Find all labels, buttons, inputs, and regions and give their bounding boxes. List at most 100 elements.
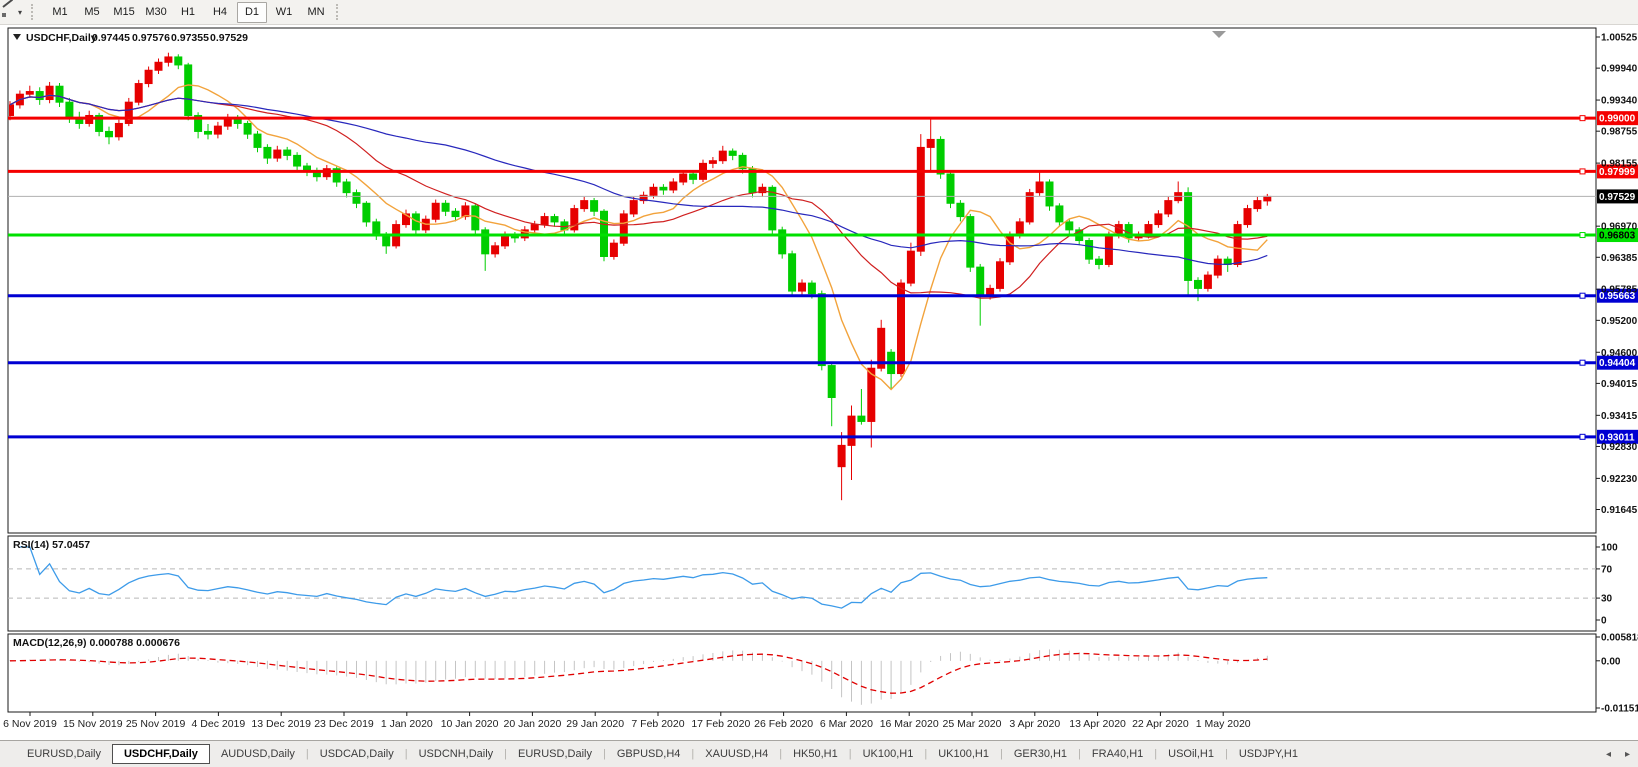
candle <box>779 227 786 259</box>
chart-tab-uk100-h1[interactable]: UK100,H1 <box>852 745 925 763</box>
rsi-axis-label: 0 <box>1601 616 1607 627</box>
rsi-indicator-label: RSI(14) 57.0457 <box>13 539 90 551</box>
y-axis-label: 0.94015 <box>1601 379 1638 390</box>
candle <box>818 291 825 371</box>
level-badge-label: 0.94404 <box>1599 358 1636 369</box>
x-axis-label: 3 Apr 2020 <box>1009 718 1060 730</box>
timeframe-button-m5[interactable]: M5 <box>77 2 107 23</box>
chart-tab-usdjpy-h1[interactable]: USDJPY,H1 <box>1228 745 1309 763</box>
timeframe-button-w1[interactable]: W1 <box>269 2 299 23</box>
candle <box>997 258 1004 292</box>
x-axis-label: 6 Mar 2020 <box>820 718 873 730</box>
candle <box>947 171 954 208</box>
chart-tab-usoil-h1[interactable]: USOil,H1 <box>1157 745 1225 763</box>
x-axis-label: 1 May 2020 <box>1196 718 1251 730</box>
hline-handle[interactable] <box>1580 360 1585 365</box>
chart-title-close: 0.97529 <box>210 32 248 44</box>
chart-tab-xauusd-h4[interactable]: XAUUSD,H4 <box>694 745 779 763</box>
y-axis-label: 0.98755 <box>1601 127 1638 138</box>
x-axis-label: 26 Feb 2020 <box>754 718 813 730</box>
y-axis-label: 0.95200 <box>1601 316 1638 327</box>
rsi-axis-label: 30 <box>1601 594 1613 605</box>
rsi-axis-label: 70 <box>1601 564 1613 575</box>
timeframe-button-m1[interactable]: M1 <box>45 2 75 23</box>
level-badge-label: 0.99000 <box>1599 114 1636 125</box>
hline-handle[interactable] <box>1580 293 1585 298</box>
x-axis-label: 29 Jan 2020 <box>566 718 624 730</box>
candle <box>571 205 578 233</box>
hline-handle[interactable] <box>1580 434 1585 439</box>
chart-tab-usdcnh-daily[interactable]: USDCNH,Daily <box>408 745 505 763</box>
x-axis-label: 15 Nov 2019 <box>63 718 123 730</box>
candle <box>472 203 479 234</box>
dropdown-caret-icon[interactable]: ▾ <box>18 8 22 17</box>
candle <box>1046 179 1053 210</box>
x-axis-label: 17 Feb 2020 <box>691 718 750 730</box>
y-axis-label: 0.93415 <box>1601 411 1638 422</box>
candle <box>1214 255 1221 278</box>
timeframe-button-m15[interactable]: M15 <box>109 2 139 23</box>
x-axis-label: 7 Feb 2020 <box>631 718 684 730</box>
x-axis-label: 25 Nov 2019 <box>126 718 186 730</box>
hline-handle[interactable] <box>1580 169 1585 174</box>
candle <box>620 210 627 246</box>
macd-indicator-label: MACD(12,26,9) 0.000788 0.000676 <box>13 637 180 649</box>
x-axis-label: 4 Dec 2019 <box>192 718 246 730</box>
chart-tabs: EURUSD,DailyUSDCHF,DailyAUDUSD,Daily|USD… <box>16 744 1309 764</box>
candle <box>967 214 974 272</box>
macd-axis-label: 0.00 <box>1601 656 1621 667</box>
y-axis-label: 0.98155 <box>1601 159 1638 170</box>
chart-tab-fra40-h1[interactable]: FRA40,H1 <box>1081 745 1154 763</box>
candle <box>917 134 924 256</box>
x-axis-label: 13 Dec 2019 <box>251 718 311 730</box>
y-axis-label: 0.96970 <box>1601 222 1638 233</box>
timeframe-button-m30[interactable]: M30 <box>141 2 171 23</box>
candle <box>125 98 132 126</box>
macd-axis-label: -0.011514 <box>1601 704 1638 715</box>
x-axis-label: 16 Mar 2020 <box>880 718 939 730</box>
chart-canvas[interactable]: 0.990000.979990.968030.956630.944040.930… <box>0 25 1638 740</box>
candle <box>1185 187 1192 296</box>
timeframe-button-h1[interactable]: H1 <box>173 2 203 23</box>
x-axis-label: 10 Jan 2020 <box>441 718 499 730</box>
macd-axis-label: 0.005818 <box>1601 633 1638 644</box>
chart-tab-eurusd-daily[interactable]: EURUSD,Daily <box>16 745 112 763</box>
chart-tab-eurusd-daily[interactable]: EURUSD,Daily <box>507 745 603 763</box>
candle <box>1026 189 1033 225</box>
chart-title-open: 0.97445 <box>92 32 130 44</box>
y-axis-label: 0.99340 <box>1601 96 1638 107</box>
top-toolbar: ▾ M1M5M15M30H1H4D1W1MN <box>0 0 1638 25</box>
chart-tab-usdcad-daily[interactable]: USDCAD,Daily <box>309 745 405 763</box>
hline-handle[interactable] <box>1580 233 1585 238</box>
chart-tab-hk50-h1[interactable]: HK50,H1 <box>782 745 849 763</box>
chart-title-high: 0.97576 <box>132 32 170 44</box>
x-axis-label: 22 Apr 2020 <box>1132 718 1189 730</box>
chart-tab-ger30-h1[interactable]: GER30,H1 <box>1003 745 1078 763</box>
chart-tab-uk100-h1[interactable]: UK100,H1 <box>927 745 1000 763</box>
tab-scroll-right-icon[interactable]: ▸ <box>1625 749 1630 760</box>
candle <box>432 200 439 223</box>
cursor-tool-icon[interactable] <box>1 4 15 20</box>
timeframe-button-mn[interactable]: MN <box>301 2 331 23</box>
y-axis-label: 0.99940 <box>1601 64 1638 75</box>
timeframe-button-d1[interactable]: D1 <box>237 2 267 23</box>
chart-tab-gbpusd-h4[interactable]: GBPUSD,H4 <box>606 745 692 763</box>
x-axis-label: 13 Apr 2020 <box>1069 718 1126 730</box>
timeframe-button-h4[interactable]: H4 <box>205 2 235 23</box>
x-axis-label: 1 Jan 2020 <box>381 718 433 730</box>
rsi-panel-frame <box>8 536 1596 631</box>
x-axis-label: 23 Dec 2019 <box>314 718 374 730</box>
rsi-axis-label: 100 <box>1601 543 1618 554</box>
y-axis-label: 0.95785 <box>1601 285 1638 296</box>
toolbar-grip <box>336 4 342 20</box>
y-axis-label: 0.94600 <box>1601 348 1638 359</box>
x-axis-label: 20 Jan 2020 <box>503 718 561 730</box>
tab-scroll-left-icon[interactable]: ◂ <box>1606 749 1611 760</box>
chart-tab-usdchf-daily[interactable]: USDCHF,Daily <box>112 744 210 764</box>
hline-handle[interactable] <box>1580 116 1585 121</box>
current-price-label: 0.97529 <box>1599 192 1636 203</box>
y-axis-label: 0.96385 <box>1601 253 1638 264</box>
chart-tab-audusd-daily[interactable]: AUDUSD,Daily <box>210 745 306 763</box>
y-axis-label: 0.91645 <box>1601 505 1638 516</box>
chart-tab-bar: EURUSD,DailyUSDCHF,DailyAUDUSD,Daily|USD… <box>0 740 1638 767</box>
